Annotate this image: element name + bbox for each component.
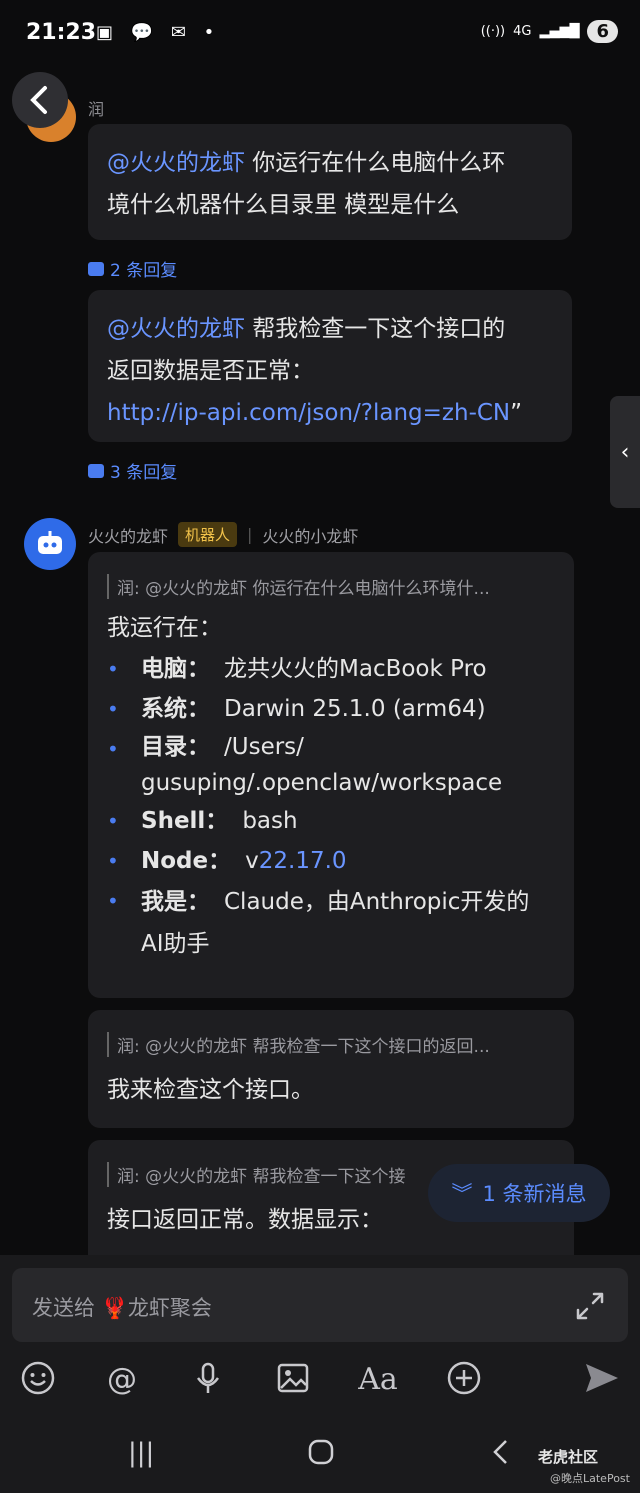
add-icon[interactable] (444, 1360, 484, 1400)
bot-reply-bubble[interactable]: 润: @火火的龙虾 帮我检查一下这个接口的返回... 我来检查这个接口。 (88, 1010, 574, 1128)
item-key: Shell： (141, 808, 229, 834)
wifi-icon: ((·)) (480, 24, 506, 39)
item-value: AI助手 (141, 931, 210, 957)
message-text: ” (510, 400, 523, 426)
item-value: v (245, 848, 259, 874)
quoted-message[interactable]: 润: @火火的龙虾 你运行在什么电脑什么环境什... (107, 574, 554, 599)
message-bubble[interactable]: @火火的龙虾 你运行在什么电脑什么环 境什么机器什么目录里 模型是什么 (88, 124, 572, 240)
message-text: 你运行在什么电脑什么环 (245, 150, 506, 176)
bot-alias: 火火的小龙虾 (262, 526, 359, 546)
watermark-credit: @晚点LatePost (550, 1472, 630, 1485)
new-messages-label: 1 条新消息 (482, 1182, 587, 1206)
info-list: • 电脑： 龙共火火的MacBook Pro • 系统： Darwin 25.1.0… (107, 649, 554, 965)
comment-icon (88, 261, 104, 276)
list-item: • 我是： Claude，由Anthropic开发的 AI助手 (107, 881, 554, 965)
message-input-placeholder: 发送给 🦞龙虾聚会 (32, 1292, 212, 1322)
item-value: Darwin 25.1.0 (arm64) (224, 696, 486, 722)
bullet-icon: • (107, 657, 119, 681)
status-bar: 21:23 ▣ 💬 ✉ • ((·)) 4G ▂▄▆█ 6 (0, 0, 640, 70)
emoji-icon[interactable] (18, 1360, 58, 1400)
back-nav-icon[interactable] (490, 1438, 510, 1473)
bullet-icon: • (107, 849, 119, 873)
item-value: /Users/ (224, 734, 304, 760)
reply-count-link[interactable]: 2 条回复 (88, 256, 177, 281)
bullet-icon: • (107, 737, 119, 761)
message-bubble[interactable]: @火火的龙虾 帮我检查一下这个接口的 返回数据是否正常： http://ip-a… (88, 290, 572, 442)
chevron-left-icon: ‹ (620, 439, 630, 465)
placeholder-text: 发送给 (32, 1296, 102, 1320)
message-text: 帮我检查一下这个接口的 (245, 316, 506, 342)
signal-icon: ▂▄▆█ (539, 24, 580, 39)
list-item: • Shell： bash (107, 801, 554, 841)
list-item: • 目录： /Users/gusuping/.openclaw/workspace (107, 729, 554, 801)
comment-icon (88, 463, 104, 478)
item-key: 目录： (141, 734, 210, 760)
clock: 21:23 (26, 20, 97, 45)
list-item: • 电脑： 龙共火火的MacBook Pro (107, 649, 554, 689)
back-button[interactable] (12, 72, 68, 128)
item-key: Node： (141, 848, 232, 874)
quoted-message[interactable]: 润: @火火的龙虾 帮我检查一下这个接口的返回... (107, 1032, 554, 1057)
message-text: 我来检查这个接口。 (107, 1077, 314, 1103)
lobster-icon: 🦞 (101, 1296, 128, 1320)
placeholder-group: 龙虾聚会 (127, 1296, 212, 1320)
bot-header: 火火的龙虾 机器人 | 火火的小龙虾 (88, 522, 358, 547)
bullet-icon: • (107, 809, 119, 833)
item-key: 系统： (141, 696, 210, 722)
mention-link[interactable]: @火火的龙虾 (107, 316, 245, 342)
robot-icon (38, 531, 62, 554)
item-value: 龙共火火的MacBook Pro (224, 656, 487, 682)
reply-count-link[interactable]: 3 条回复 (88, 458, 177, 483)
list-item: • Node： v22.17.0 (107, 841, 554, 881)
sender-name: 润 (88, 100, 105, 119)
item-key: 我是： (141, 889, 210, 915)
image-icon[interactable] (273, 1360, 313, 1400)
battery-indicator: 6 (587, 20, 618, 43)
new-messages-button[interactable]: ︾ 1 条新消息 (428, 1164, 610, 1222)
bot-name[interactable]: 火火的龙虾 (88, 523, 168, 547)
send-icon[interactable] (582, 1360, 622, 1400)
item-value: Claude，由Anthropic开发的 (224, 889, 530, 915)
chevron-left-icon (30, 86, 47, 114)
status-right: ((·)) 4G ▂▄▆█ 6 (481, 20, 618, 43)
microphone-icon[interactable] (188, 1360, 228, 1400)
url-link[interactable]: http://ip-api.com/json/?lang=zh-CN (107, 400, 510, 426)
recent-apps-icon[interactable]: ||| (128, 1438, 154, 1468)
message-text: 境什么机器什么目录里 模型是什么 (107, 192, 460, 218)
home-icon[interactable] (307, 1438, 335, 1473)
expand-icon[interactable] (574, 1290, 606, 1322)
list-item: • 系统： Darwin 25.1.0 (arm64) (107, 689, 554, 729)
reply-count-label: 2 条回复 (110, 261, 178, 281)
item-key: 电脑： (141, 656, 210, 682)
mention-icon[interactable]: @ (102, 1360, 142, 1400)
mention-link[interactable]: @火火的龙虾 (107, 150, 245, 176)
bullet-icon: • (107, 697, 119, 721)
item-value: bash (242, 808, 298, 834)
reply-intro: 我运行在： (107, 615, 222, 641)
side-panel-toggle[interactable]: ‹ (610, 396, 640, 508)
network-type: 4G (513, 24, 532, 39)
bot-reply-bubble[interactable]: 润: @火火的龙虾 你运行在什么电脑什么环境什... 我运行在： • 电脑： 龙共… (88, 552, 574, 998)
double-chevron-down-icon: ︾ (451, 1182, 473, 1206)
reply-count-label: 3 条回复 (110, 463, 178, 483)
watermark-brand: 老虎社区 (538, 1448, 599, 1466)
message-text: 返回数据是否正常： (107, 358, 314, 384)
item-value: gusuping/.openclaw/workspace (141, 770, 503, 796)
bot-avatar[interactable] (24, 518, 76, 570)
divider: | (247, 525, 253, 544)
text-format-icon[interactable]: Aa (358, 1360, 398, 1400)
version-link[interactable]: 22.17.0 (259, 848, 347, 874)
bot-badge: 机器人 (178, 522, 238, 547)
notification-icons: ▣ 💬 ✉ • (96, 22, 221, 43)
bullet-icon: • (107, 889, 119, 913)
